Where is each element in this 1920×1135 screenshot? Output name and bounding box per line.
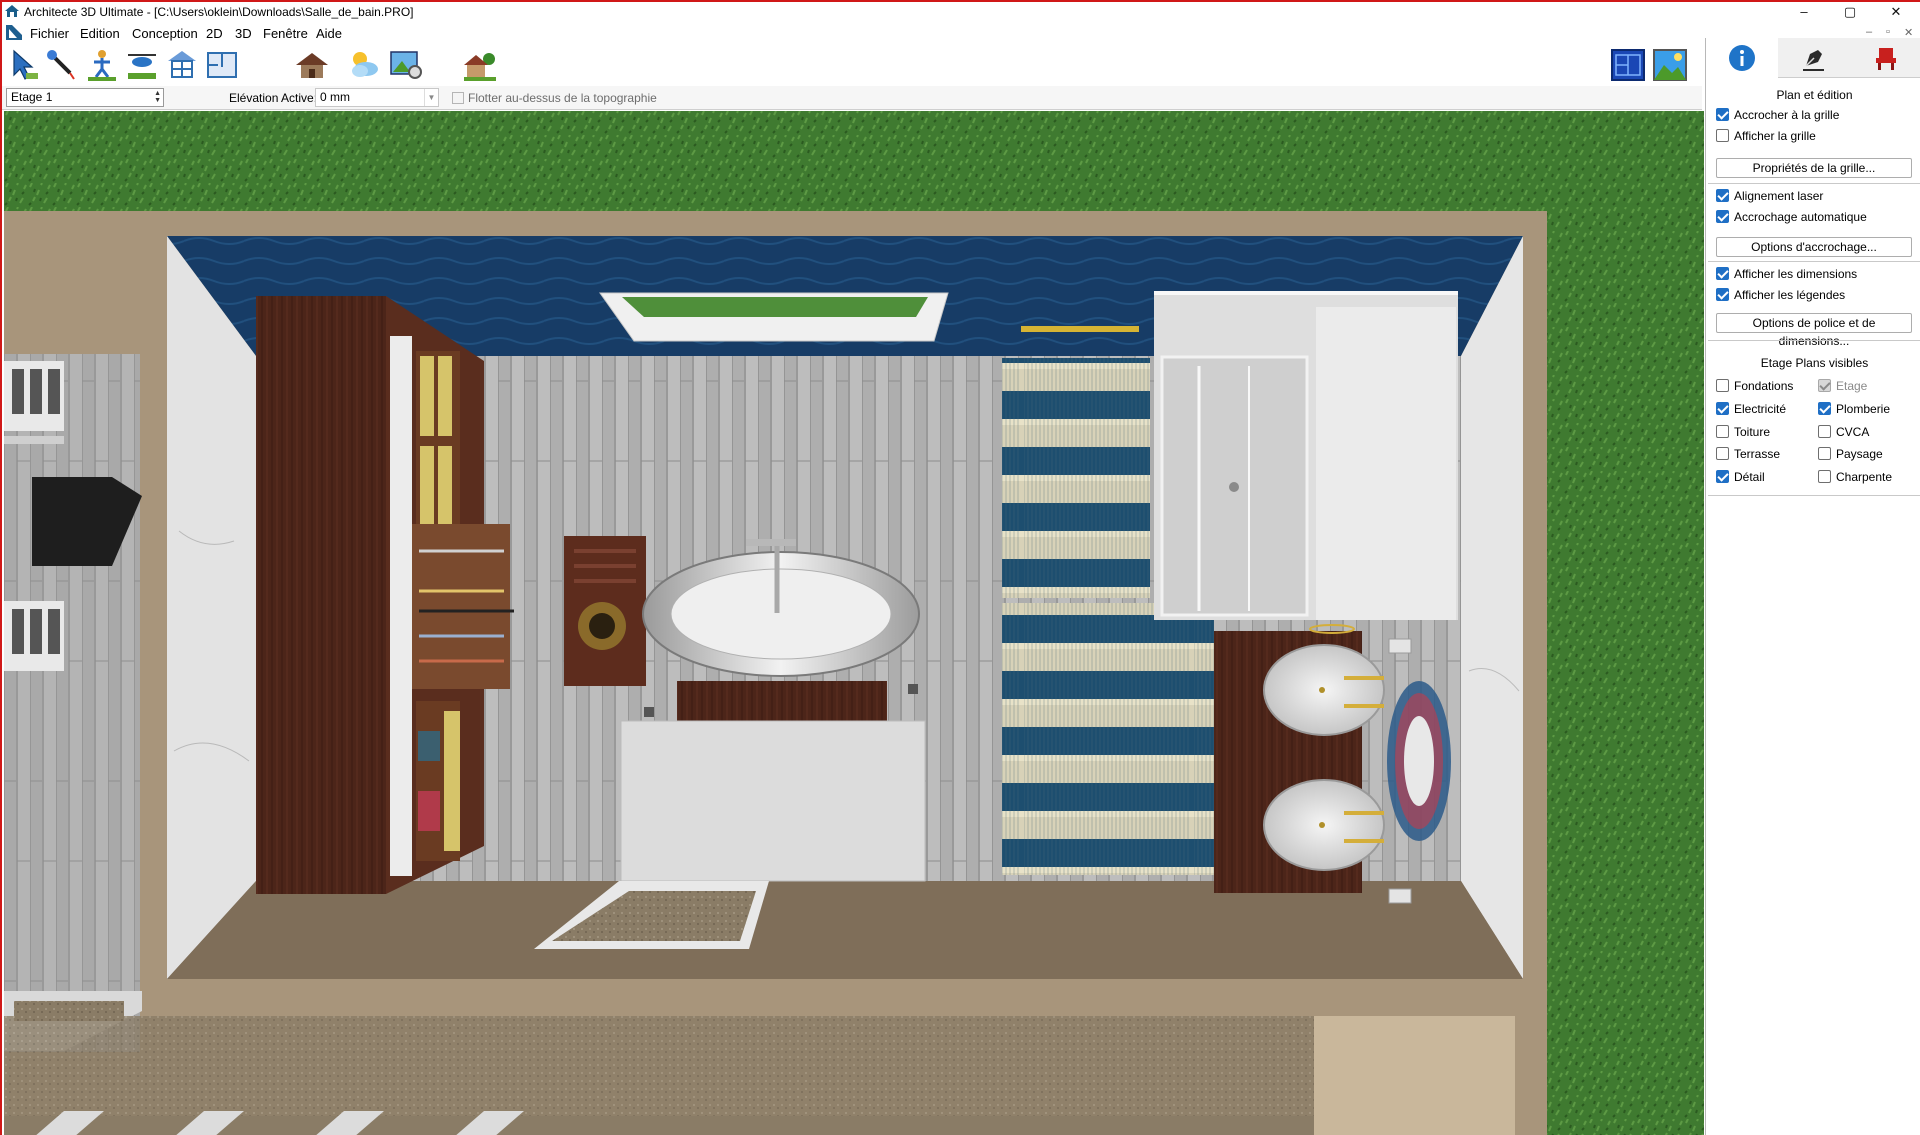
snap-to-grid-checkbox[interactable] bbox=[1716, 108, 1729, 121]
landscape-house-icon[interactable] bbox=[462, 47, 498, 83]
level-selector[interactable]: Etage 1 ▲ ▼ bbox=[6, 88, 164, 107]
elevation-label: Elévation Active: bbox=[229, 91, 318, 105]
chevron-down-icon[interactable]: ▼ bbox=[424, 89, 438, 106]
plan-toiture-checkbox[interactable] bbox=[1716, 425, 1729, 438]
plan-paysage-checkbox[interactable] bbox=[1818, 447, 1831, 460]
snap-options-button[interactable]: Options d'accrochage... bbox=[1716, 237, 1912, 257]
panel-title: Plan et édition bbox=[1776, 88, 1853, 102]
tab-furniture[interactable] bbox=[1850, 38, 1920, 78]
left-marble-wall bbox=[167, 236, 256, 979]
plan-cvca-label: CVCA bbox=[1836, 425, 1870, 439]
aerial-helicopter-icon[interactable] bbox=[124, 47, 160, 83]
plan-toiture-label: Toiture bbox=[1734, 425, 1771, 439]
font-dimension-options-button[interactable]: Options de police et de dimensions... bbox=[1716, 313, 1912, 348]
level-bar: Etage 1 ▲ ▼ Elévation Active: 0 mm ▼ Flot… bbox=[2, 86, 1702, 110]
plan-electricite-label: Electricité bbox=[1734, 402, 1787, 416]
app-window: Architecte 3D Ultimate - [C:\Users\oklei… bbox=[0, 0, 1920, 1135]
plan-electricite-checkbox[interactable] bbox=[1716, 402, 1729, 415]
menu-edition[interactable]: Edition bbox=[80, 26, 120, 41]
menu-fichier[interactable]: Fichier bbox=[30, 26, 69, 41]
plan-plomberie-checkbox[interactable] bbox=[1818, 402, 1831, 415]
plan-detail-checkbox[interactable] bbox=[1716, 470, 1729, 483]
plan-detail-label: Détail bbox=[1734, 470, 1765, 484]
float-topography-label: Flotter au-dessus de la topographie bbox=[468, 91, 657, 105]
menu-fenetre[interactable]: Fenêtre bbox=[263, 26, 308, 41]
plan-charpente-label: Charpente bbox=[1836, 470, 1893, 484]
elevation-value: 0 mm bbox=[320, 90, 350, 104]
striped-rug-upper bbox=[1002, 358, 1150, 598]
level-value: Etage 1 bbox=[11, 90, 53, 104]
pen-icon bbox=[1803, 50, 1824, 71]
app-menu-icon[interactable] bbox=[6, 25, 22, 40]
building-structure-icon[interactable] bbox=[164, 47, 200, 83]
grid-properties-button[interactable]: Propriétés de la grille... bbox=[1716, 158, 1912, 178]
menu-aide[interactable]: Aide bbox=[316, 26, 342, 41]
float-topography-checkbox[interactable] bbox=[452, 92, 464, 104]
menu-3d[interactable]: 3D bbox=[235, 26, 252, 41]
info-icon bbox=[1729, 45, 1755, 71]
plan-paysage-label: Paysage bbox=[1836, 447, 1883, 461]
bathroom-3d-render[interactable] bbox=[4, 111, 1704, 1135]
menu-bar: Fichier Edition Conception 2D 3D Fenêtre… bbox=[2, 22, 1920, 44]
selection-arrow-icon[interactable] bbox=[6, 47, 42, 83]
spinner-icon[interactable]: ▲ ▼ bbox=[154, 90, 161, 104]
show-legends-label: Afficher les légendes bbox=[1734, 288, 1846, 302]
white-bench bbox=[620, 720, 926, 882]
plan-etage-checkbox bbox=[1818, 379, 1831, 392]
striped-rug-lower bbox=[1002, 603, 1214, 875]
plan-terrasse-label: Terrasse bbox=[1734, 447, 1781, 461]
plan-charpente-checkbox[interactable] bbox=[1818, 470, 1831, 483]
auto-snap-label: Accrochage automatique bbox=[1734, 210, 1867, 224]
show-grid-checkbox[interactable] bbox=[1716, 129, 1729, 142]
house-icon[interactable] bbox=[294, 47, 330, 83]
mdi-minimize-button[interactable]: – bbox=[1866, 26, 1872, 38]
snap-to-grid-label: Accrocher à la grille bbox=[1734, 108, 1840, 122]
minimize-button[interactable]: – bbox=[1782, 2, 1826, 22]
3d-landscape-view-icon[interactable] bbox=[1652, 47, 1690, 81]
menu-conception[interactable]: Conception bbox=[132, 26, 198, 41]
chair-icon bbox=[1876, 48, 1896, 70]
plan-terrasse-checkbox[interactable] bbox=[1716, 447, 1729, 460]
weather-sun-cloud-icon[interactable] bbox=[346, 47, 382, 83]
show-dimensions-label: Afficher les dimensions bbox=[1734, 267, 1858, 281]
right-panel: Plan et édition Accrocher à la grille Af… bbox=[1705, 38, 1920, 1135]
menu-2d[interactable]: 2D bbox=[206, 26, 223, 41]
window-title: Architecte 3D Ultimate - [C:\Users\oklei… bbox=[24, 5, 414, 19]
close-button[interactable]: ✕ bbox=[1874, 2, 1918, 22]
plan-plomberie-label: Plomberie bbox=[1836, 402, 1891, 416]
show-grid-label: Afficher la grille bbox=[1734, 129, 1816, 143]
app-logo-icon bbox=[5, 5, 19, 17]
decorative-mirror bbox=[1387, 681, 1451, 841]
right-marble-wall bbox=[1461, 236, 1523, 979]
mdi-restore-button[interactable]: ▫ bbox=[1886, 26, 1890, 38]
divider bbox=[1708, 340, 1920, 341]
auto-snap-checkbox[interactable] bbox=[1716, 210, 1729, 223]
floor-plan-icon[interactable] bbox=[204, 47, 240, 83]
plan-etage-label: Etage bbox=[1836, 379, 1868, 393]
elevation-input[interactable]: 0 mm ▼ bbox=[315, 88, 439, 107]
tall-cabinet bbox=[256, 296, 386, 894]
divider bbox=[1708, 183, 1920, 184]
main-toolbar bbox=[2, 44, 1702, 86]
towel-bar bbox=[1021, 326, 1139, 332]
tab-info[interactable] bbox=[1706, 38, 1778, 78]
3d-viewport[interactable] bbox=[4, 111, 1704, 1135]
title-bar: Architecte 3D Ultimate - [C:\Users\oklei… bbox=[2, 2, 1920, 22]
plan-fondations-label: Fondations bbox=[1734, 379, 1794, 393]
plan-fondations-checkbox[interactable] bbox=[1716, 379, 1729, 392]
divider bbox=[1708, 261, 1920, 262]
laser-align-label: Alignement laser bbox=[1734, 189, 1824, 203]
divider bbox=[1708, 495, 1920, 496]
walkthrough-person-icon[interactable] bbox=[84, 47, 120, 83]
eyedropper-icon[interactable] bbox=[44, 47, 80, 83]
show-dimensions-checkbox[interactable] bbox=[1716, 267, 1729, 280]
2d-plan-view-icon[interactable] bbox=[1610, 47, 1646, 81]
visible-plans-title: Etage Plans visibles bbox=[1760, 356, 1869, 370]
tab-pen[interactable] bbox=[1778, 38, 1850, 78]
render-settings-icon[interactable] bbox=[388, 47, 424, 83]
restore-button[interactable]: ▢ bbox=[1828, 2, 1872, 22]
plan-cvca-checkbox[interactable] bbox=[1818, 425, 1831, 438]
show-legends-checkbox[interactable] bbox=[1716, 288, 1729, 301]
laser-align-checkbox[interactable] bbox=[1716, 189, 1729, 202]
